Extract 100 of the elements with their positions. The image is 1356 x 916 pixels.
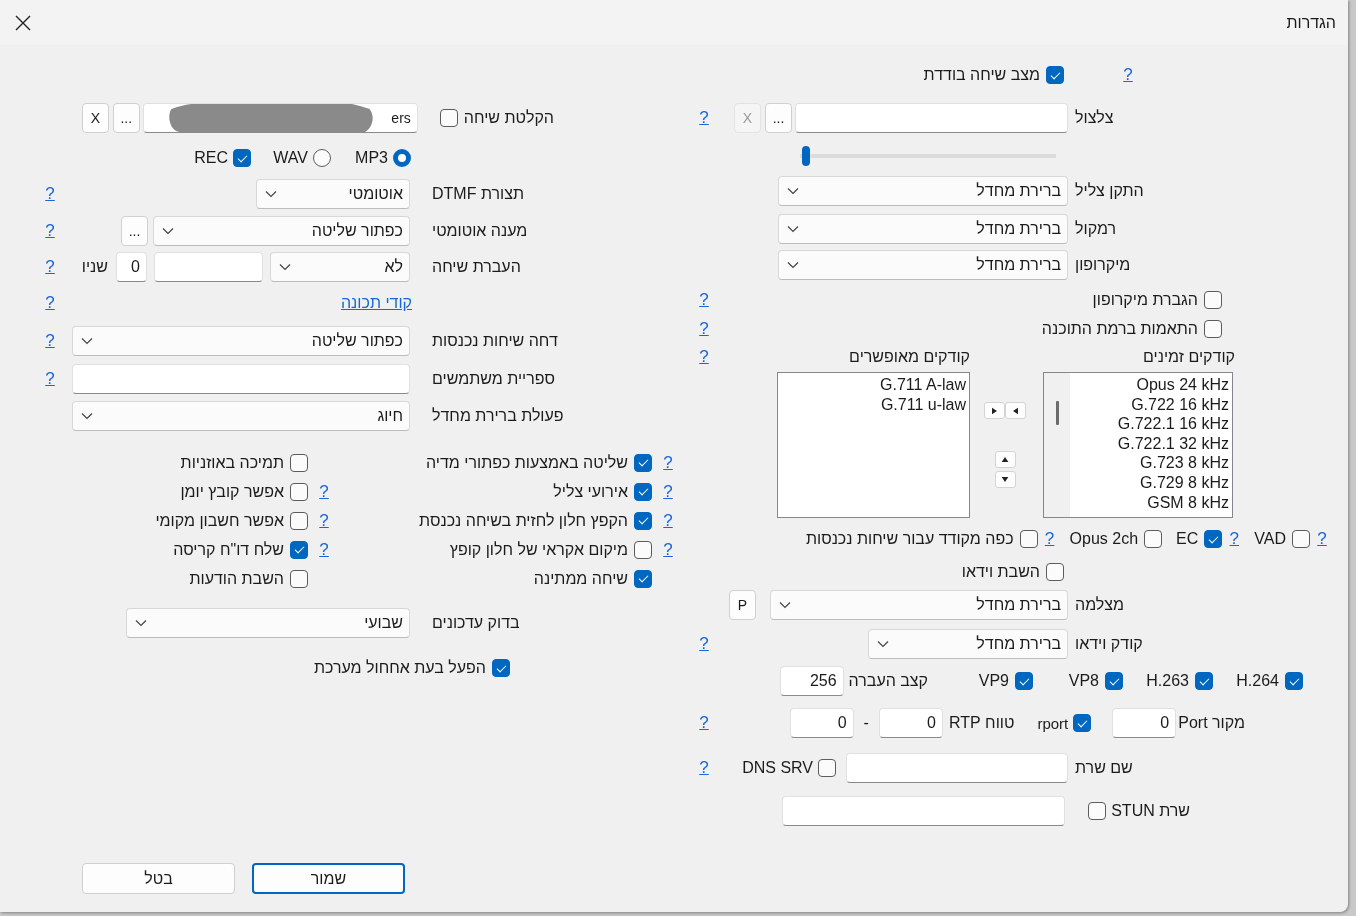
help-link[interactable]: ? [698,713,710,733]
dropdown[interactable]: כפתור שליטה [153,216,410,246]
down-arrow-button[interactable] [994,471,1016,488]
help-link[interactable]: ? [44,369,56,389]
checkbox[interactable] [1019,530,1038,548]
feature-codes-link[interactable]: קודי תכונה [340,293,412,312]
checkbox[interactable] [634,453,652,472]
dropdown[interactable]: ברירת מחדל [778,250,1068,280]
help-link[interactable]: ? [1122,65,1134,85]
codec-list[interactable]: G.711 A-law G.711 u-law [777,372,970,518]
help-link[interactable]: ? [44,221,56,241]
help-link[interactable]: ? [698,108,710,128]
checkbox[interactable] [290,540,308,559]
checkbox[interactable] [439,109,458,127]
close-icon[interactable] [15,14,31,31]
ringtone-field[interactable] [795,103,1068,133]
up-arrow-button[interactable] [994,451,1016,468]
checkbox[interactable] [1292,530,1310,548]
camera-button[interactable]: P [729,590,756,620]
server-field[interactable] [846,753,1068,783]
checkbox[interactable] [1204,530,1223,548]
checkbox[interactable] [290,569,308,588]
help-link[interactable]: ? [318,539,330,560]
checkbox[interactable] [1015,672,1033,690]
help-link[interactable]: ? [662,481,674,502]
checkbox[interactable] [1195,672,1213,690]
port-field[interactable]: 0 [1112,708,1177,738]
help-link[interactable]: ? [1228,529,1241,549]
help-link[interactable]: ? [44,184,56,204]
help-link[interactable]: ? [1043,529,1056,549]
port-field[interactable]: 0 [878,708,943,738]
dropdown[interactable]: כפתור שליטה [72,326,410,356]
dropdown[interactable]: חיוג [72,401,410,431]
dropdown[interactable]: לא [270,252,410,282]
help-link[interactable]: ? [698,289,710,310]
checkbox[interactable] [1105,672,1123,690]
help-link[interactable]: ? [318,510,330,531]
help-link[interactable]: ? [698,347,710,367]
codec-list[interactable]: Opus 24 kHz G.722 16 kHz G.722.1 16 kHz G.722.1 32 kHz G.723 8 kHz G.729 8 kHz GSM 8 kHz [1043,372,1233,518]
cancel-button[interactable]: בטל [82,863,235,894]
delay-field[interactable]: 0 [116,252,147,282]
right-arrow-button[interactable] [984,402,1005,419]
help-link[interactable]: ? [698,634,710,654]
bitrate-field[interactable]: 256 [779,666,844,696]
browse-button[interactable]: ... [121,216,148,246]
slider-thumb[interactable] [802,145,811,166]
dropdown[interactable]: ברירת מחדל [778,214,1068,244]
checkbox[interactable] [634,540,652,559]
list-item[interactable]: G.711 A-law [778,375,966,395]
port-field[interactable]: 0 [789,708,854,738]
dropdown[interactable]: ברירת מחדל [770,590,1068,620]
help-link[interactable]: ? [662,539,674,560]
dropdown[interactable]: אוטומטי [256,179,410,209]
checkbox[interactable] [492,659,510,677]
dropdown[interactable]: שבועי [126,608,410,638]
checkbox[interactable] [1088,802,1107,820]
checkbox[interactable] [1046,66,1064,84]
checkbox[interactable] [1204,320,1222,338]
checkbox[interactable] [1073,714,1092,732]
list-item[interactable]: GSM 8 kHz [1070,492,1229,513]
list-item[interactable]: G.711 u-law [778,394,966,415]
help-link[interactable]: ? [698,758,710,778]
save-button[interactable]: שמור [252,863,405,894]
scrollbar[interactable] [1044,373,1070,517]
clear-button[interactable]: X [81,103,109,133]
checkbox[interactable] [1204,290,1222,309]
checkbox[interactable] [634,511,652,530]
radio-button[interactable] [393,149,411,167]
browse-button[interactable]: ... [765,103,792,133]
checkbox[interactable] [1144,530,1163,548]
checkbox[interactable] [233,149,251,167]
stun-field[interactable] [782,796,1066,826]
help-link[interactable]: ? [44,257,56,277]
dropdown[interactable]: ברירת מחדל [778,176,1068,206]
help-link[interactable]: ? [662,452,674,473]
checkbox[interactable] [634,569,652,588]
left-arrow-button[interactable] [1005,402,1026,419]
list-item[interactable]: Opus 24 kHz [1070,375,1229,395]
help-link[interactable]: ? [1316,529,1328,549]
list-item[interactable]: G.722.1 16 kHz [1070,414,1229,434]
checkbox[interactable] [290,453,308,472]
list-item[interactable]: G.722 16 kHz [1070,394,1229,415]
checkbox[interactable] [1285,672,1303,690]
help-link[interactable]: ? [318,481,330,502]
checkbox[interactable] [818,759,836,777]
list-item[interactable]: G.729 8 kHz [1070,472,1229,493]
dropdown[interactable]: ברירת מחדל [868,629,1068,659]
forward-number-field[interactable] [154,252,263,282]
list-item[interactable]: G.723 8 kHz [1070,453,1229,473]
checkbox[interactable] [634,482,652,501]
list-item[interactable]: G.722.1 32 kHz [1070,433,1229,454]
help-link[interactable]: ? [44,331,56,351]
radio-button[interactable] [313,149,331,167]
checkbox[interactable] [290,511,308,530]
directory-field[interactable] [72,364,410,394]
help-link[interactable]: ? [44,292,56,313]
checkbox[interactable] [1046,563,1064,581]
help-link[interactable]: ? [698,319,710,339]
help-link[interactable]: ? [662,510,674,531]
path-field[interactable]: ers [142,103,418,133]
